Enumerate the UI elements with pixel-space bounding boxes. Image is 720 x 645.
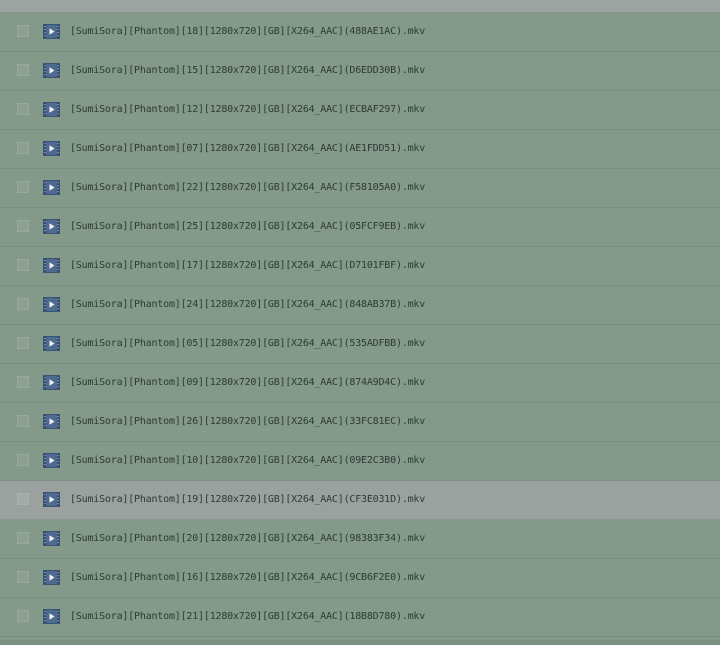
file-row[interactable]: [SumiSora][Phantom][17][1280x720][GB][X2…	[0, 247, 720, 286]
row-checkbox[interactable]	[17, 337, 29, 349]
list-header-edge	[0, 0, 720, 13]
file-name[interactable]: [SumiSora][Phantom][16][1280x720][GB][X2…	[70, 571, 425, 585]
file-name[interactable]: [SumiSora][Phantom][17][1280x720][GB][X2…	[70, 259, 425, 273]
row-checkbox[interactable]	[17, 454, 29, 466]
row-checkbox[interactable]	[17, 532, 29, 544]
file-row[interactable]: [SumiSora][Phantom][19][1280x720][GB][X2…	[0, 481, 720, 520]
file-row[interactable]: [SumiSora][Phantom][09][1280x720][GB][X2…	[0, 364, 720, 403]
file-row[interactable]: [SumiSora][Phantom][26][1280x720][GB][X2…	[0, 403, 720, 442]
row-checkbox[interactable]	[17, 493, 29, 505]
file-name[interactable]: [SumiSora][Phantom][26][1280x720][GB][X2…	[70, 415, 425, 429]
file-name[interactable]: [SumiSora][Phantom][25][1280x720][GB][X2…	[70, 220, 425, 234]
video-file-icon	[43, 219, 60, 234]
file-name[interactable]: [SumiSora][Phantom][15][1280x720][GB][X2…	[70, 64, 425, 78]
file-name[interactable]: [SumiSora][Phantom][20][1280x720][GB][X2…	[70, 532, 425, 546]
video-file-icon	[43, 414, 60, 429]
file-row[interactable]: [SumiSora][Phantom][07][1280x720][GB][X2…	[0, 130, 720, 169]
row-checkbox[interactable]	[17, 220, 29, 232]
file-name[interactable]: [SumiSora][Phantom][07][1280x720][GB][X2…	[70, 142, 425, 156]
file-row[interactable]: [SumiSora][Phantom][10][1280x720][GB][X2…	[0, 442, 720, 481]
row-checkbox[interactable]	[17, 25, 29, 37]
video-file-icon	[43, 102, 60, 117]
row-checkbox[interactable]	[17, 259, 29, 271]
row-checkbox[interactable]	[17, 64, 29, 76]
file-name[interactable]: [SumiSora][Phantom][24][1280x720][GB][X2…	[70, 298, 425, 312]
video-file-icon	[43, 609, 60, 624]
video-file-icon	[43, 297, 60, 312]
file-row[interactable]: [SumiSora][Phantom][20][1280x720][GB][X2…	[0, 520, 720, 559]
row-checkbox[interactable]	[17, 571, 29, 583]
video-file-icon	[43, 531, 60, 546]
video-file-icon	[43, 336, 60, 351]
row-checkbox[interactable]	[17, 298, 29, 310]
file-row[interactable]: [SumiSora][Phantom][15][1280x720][GB][X2…	[0, 52, 720, 91]
file-row[interactable]: [SumiSora][Phantom][25][1280x720][GB][X2…	[0, 208, 720, 247]
list-footer-edge	[0, 640, 720, 645]
row-checkbox[interactable]	[17, 376, 29, 388]
file-row[interactable]: [SumiSora][Phantom][12][1280x720][GB][X2…	[0, 91, 720, 130]
video-file-icon	[43, 141, 60, 156]
row-checkbox[interactable]	[17, 610, 29, 622]
file-name[interactable]: [SumiSora][Phantom][22][1280x720][GB][X2…	[70, 181, 425, 195]
video-file-icon	[43, 492, 60, 507]
row-checkbox[interactable]	[17, 415, 29, 427]
file-name[interactable]: [SumiSora][Phantom][12][1280x720][GB][X2…	[70, 103, 425, 117]
video-file-icon	[43, 24, 60, 39]
file-list: [SumiSora][Phantom][18][1280x720][GB][X2…	[0, 13, 720, 637]
file-row[interactable]: [SumiSora][Phantom][24][1280x720][GB][X2…	[0, 286, 720, 325]
video-file-icon	[43, 570, 60, 585]
row-checkbox[interactable]	[17, 181, 29, 193]
file-row[interactable]: [SumiSora][Phantom][22][1280x720][GB][X2…	[0, 169, 720, 208]
file-name[interactable]: [SumiSora][Phantom][18][1280x720][GB][X2…	[70, 25, 425, 39]
video-file-icon	[43, 180, 60, 195]
file-name[interactable]: [SumiSora][Phantom][10][1280x720][GB][X2…	[70, 454, 425, 468]
file-name[interactable]: [SumiSora][Phantom][21][1280x720][GB][X2…	[70, 610, 425, 624]
row-checkbox[interactable]	[17, 142, 29, 154]
file-name[interactable]: [SumiSora][Phantom][09][1280x720][GB][X2…	[70, 376, 425, 390]
row-checkbox[interactable]	[17, 103, 29, 115]
file-row[interactable]: [SumiSora][Phantom][18][1280x720][GB][X2…	[0, 13, 720, 52]
video-file-icon	[43, 63, 60, 78]
video-file-icon	[43, 258, 60, 273]
file-row[interactable]: [SumiSora][Phantom][05][1280x720][GB][X2…	[0, 325, 720, 364]
video-file-icon	[43, 375, 60, 390]
file-row[interactable]: [SumiSora][Phantom][21][1280x720][GB][X2…	[0, 598, 720, 637]
video-file-icon	[43, 453, 60, 468]
file-name[interactable]: [SumiSora][Phantom][05][1280x720][GB][X2…	[70, 337, 425, 351]
file-row[interactable]: [SumiSora][Phantom][16][1280x720][GB][X2…	[0, 559, 720, 598]
file-name[interactable]: [SumiSora][Phantom][19][1280x720][GB][X2…	[70, 493, 425, 507]
